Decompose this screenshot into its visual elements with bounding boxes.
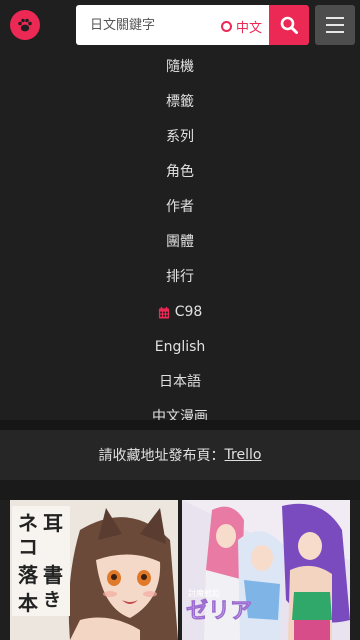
nav-item-label: 排行 bbox=[166, 269, 194, 285]
trello-link[interactable]: Trello bbox=[225, 447, 262, 463]
calendar-icon bbox=[158, 306, 169, 319]
svg-text:耳: 耳 bbox=[43, 511, 63, 535]
nav-item-c98[interactable]: C98 bbox=[0, 295, 360, 330]
nav-item-label: English bbox=[154, 339, 206, 355]
notice-text: 請收藏地址發布頁： bbox=[98, 448, 225, 464]
nav-item-japanese[interactable]: 日本語 bbox=[0, 365, 360, 400]
nav-item-chinese[interactable]: 中文漫画 bbox=[0, 400, 360, 420]
svg-text:き: き bbox=[43, 590, 61, 611]
search-button[interactable] bbox=[269, 5, 309, 45]
nav-item-artists[interactable]: 作者 bbox=[0, 190, 360, 225]
svg-text:討魔戦姫: 討魔戦姫 bbox=[188, 588, 220, 598]
nav-item-groups[interactable]: 團體 bbox=[0, 225, 360, 260]
nav-item-label: 作者 bbox=[166, 199, 194, 215]
top-bar: 中文 bbox=[0, 0, 360, 50]
svg-text:落: 落 bbox=[18, 563, 39, 587]
svg-text:ネ: ネ bbox=[18, 511, 38, 535]
nav-item-characters[interactable]: 角色 bbox=[0, 155, 360, 190]
svg-text:本: 本 bbox=[18, 591, 38, 615]
hamburger-icon bbox=[326, 17, 344, 19]
nav-item-label: 系列 bbox=[166, 129, 194, 145]
nav-item-label: 團體 bbox=[166, 234, 194, 250]
lang-toggle-label: 中文 bbox=[235, 21, 262, 36]
divider bbox=[0, 420, 360, 430]
lang-toggle[interactable]: 中文 bbox=[220, 17, 262, 36]
nav-item-label: 隨機 bbox=[166, 59, 194, 75]
search-bar: 中文 bbox=[76, 5, 309, 45]
gallery-thumbnail[interactable]: ネ コ 耳 落 書 き 本 bbox=[10, 500, 178, 640]
svg-text:コ: コ bbox=[18, 535, 38, 559]
search-field-container: 中文 bbox=[76, 5, 269, 45]
nav-item-english[interactable]: English bbox=[0, 330, 360, 365]
gallery-grid: ネ コ 耳 落 書 き 本 討魔戦姫 ゼリア bbox=[0, 500, 360, 640]
nav-menu: 隨機 標籤 系列 角色 作者 團體 排行 C98 English 日本語 中文漫… bbox=[0, 50, 360, 420]
cover-title: ゼリア bbox=[186, 599, 252, 624]
nav-item-random[interactable]: 隨機 bbox=[0, 50, 360, 85]
radio-icon bbox=[220, 21, 232, 32]
nav-item-series[interactable]: 系列 bbox=[0, 120, 360, 155]
nav-item-tags[interactable]: 標籤 bbox=[0, 85, 360, 120]
site-logo[interactable] bbox=[10, 10, 40, 40]
search-icon bbox=[280, 16, 298, 34]
menu-button[interactable] bbox=[315, 5, 355, 45]
gallery-thumbnail[interactable]: 討魔戦姫 ゼリア bbox=[182, 500, 350, 640]
nav-item-label: 標籤 bbox=[166, 94, 194, 110]
nav-item-label: 角色 bbox=[166, 164, 194, 180]
paw-icon bbox=[18, 18, 32, 32]
nav-item-label: 中文漫画 bbox=[152, 409, 208, 420]
search-input[interactable] bbox=[76, 5, 212, 45]
svg-text:書: 書 bbox=[43, 563, 63, 587]
nav-item-ranking[interactable]: 排行 bbox=[0, 260, 360, 295]
bookmark-notice: 請收藏地址發布頁： Trello bbox=[0, 430, 360, 480]
nav-item-label: 日本語 bbox=[159, 374, 201, 390]
cover-image: 討魔戦姫 ゼリア bbox=[182, 500, 350, 640]
nav-item-label: C98 bbox=[174, 304, 203, 320]
divider bbox=[0, 480, 360, 500]
cover-image: ネ コ 耳 落 書 き 本 bbox=[10, 500, 178, 640]
